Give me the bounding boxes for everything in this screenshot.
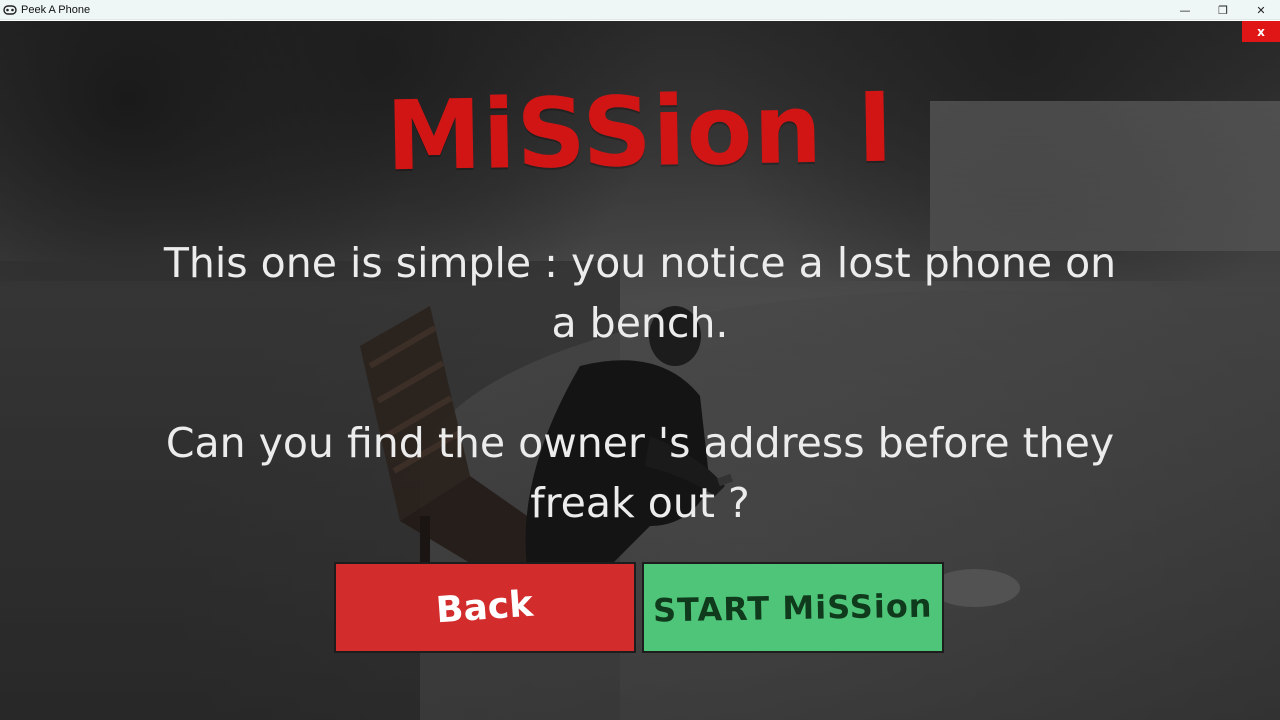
start-mission-button[interactable]: START MiSSion <box>642 562 944 653</box>
minimize-icon[interactable]: — <box>1166 0 1204 20</box>
mission-scene: x MiSSion I This one is simple : you not… <box>0 21 1280 720</box>
game-controller-icon <box>3 4 17 16</box>
title-bar: Peek A Phone — ❐ ✕ <box>0 0 1280 20</box>
window-controls: — ❐ ✕ <box>1166 0 1280 20</box>
back-button-label: Back <box>435 583 535 632</box>
mission-description-1: This one is simple : you notice a lost p… <box>163 239 1117 347</box>
mission-description-2: Can you find the owner 's address before… <box>165 419 1115 527</box>
restore-icon[interactable]: ❐ <box>1204 0 1242 20</box>
window-title: Peek A Phone <box>21 3 91 16</box>
back-button[interactable]: Back <box>334 562 636 653</box>
close-button[interactable]: x <box>1242 21 1280 42</box>
start-mission-button-label: START MiSSion <box>652 586 934 629</box>
close-icon[interactable]: ✕ <box>1242 0 1280 20</box>
mission-title: MiSSion I <box>385 71 895 193</box>
game-window: Peek A Phone — ❐ ✕ x MiSSion I This one … <box>0 0 1280 720</box>
